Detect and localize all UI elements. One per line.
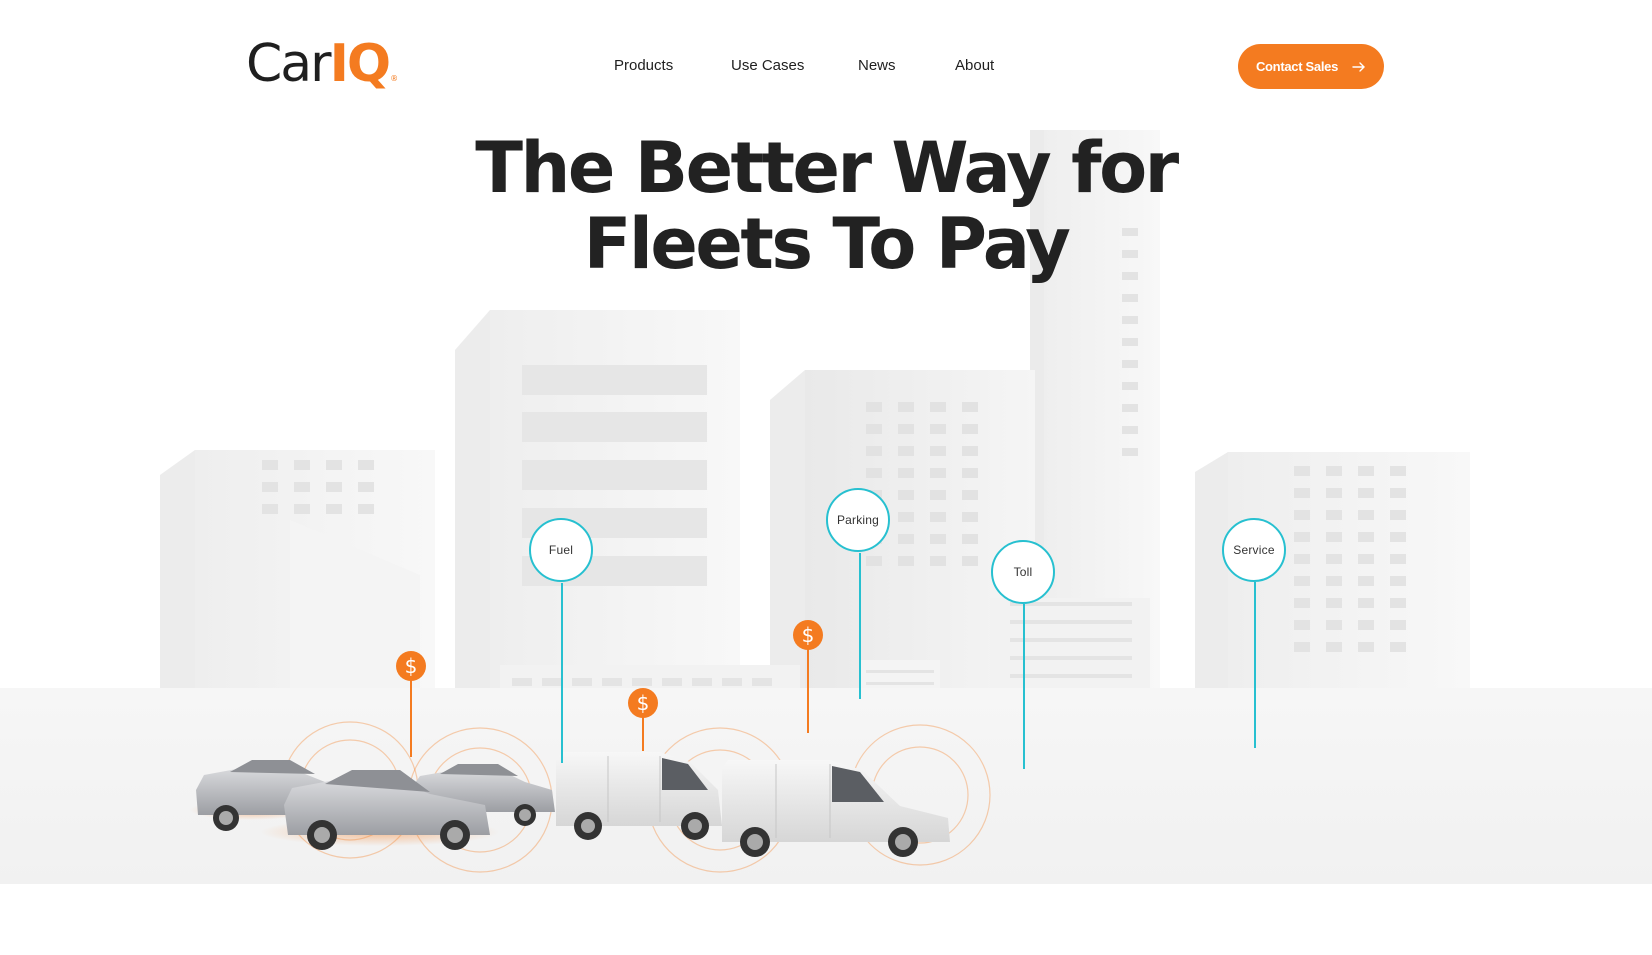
- toll-pin-label: Toll: [1013, 565, 1033, 579]
- logo-text-accent: IQ: [329, 34, 392, 94]
- coin-line-3: [807, 649, 809, 733]
- nav-item-about[interactable]: About: [955, 57, 994, 74]
- hero-title-line-2: Fleets To Pay: [583, 203, 1071, 285]
- dollar-coin-icon: $: [396, 651, 426, 681]
- carIQ-logo[interactable]: Car IQ ®: [246, 38, 398, 94]
- dollar-symbol: $: [404, 654, 418, 678]
- service-pin-label: Service: [1233, 543, 1275, 557]
- parking-pin-line: [859, 553, 861, 699]
- arrow-right-icon: [1352, 61, 1366, 72]
- dollar-coin-icon: $: [793, 620, 823, 650]
- fuel-pin-line: [561, 583, 563, 763]
- contact-sales-label: Contact Sales: [1255, 59, 1339, 74]
- logo-text-primary: Car: [246, 34, 332, 94]
- nav-item-use-cases[interactable]: Use Cases: [731, 57, 804, 74]
- dollar-symbol: $: [801, 623, 815, 647]
- coin-line-1: [410, 679, 412, 757]
- dollar-coin-icon: $: [628, 688, 658, 718]
- service-pin-line: [1254, 582, 1256, 748]
- contact-sales-button[interactable]: Contact Sales: [1238, 44, 1384, 89]
- nav-item-news[interactable]: News: [858, 57, 896, 74]
- nav-item-products[interactable]: Products: [614, 57, 673, 74]
- registered-mark-icon: ®: [390, 74, 399, 83]
- service-pin: Service: [1222, 518, 1286, 582]
- toll-pin: Toll: [991, 540, 1055, 604]
- parking-pin: Parking: [826, 488, 890, 552]
- fuel-pin-label: Fuel: [548, 543, 574, 557]
- toll-pin-line: [1023, 604, 1025, 769]
- hero-title: The Better Way for Fleets To Pay: [0, 130, 1652, 282]
- hero-title-line-1: The Better Way for: [475, 127, 1179, 209]
- ground: [0, 688, 1652, 884]
- coin-line-2: [642, 715, 644, 751]
- parking-pin-label: Parking: [836, 513, 880, 527]
- dollar-symbol: $: [636, 691, 650, 715]
- fuel-pin: Fuel: [529, 518, 593, 582]
